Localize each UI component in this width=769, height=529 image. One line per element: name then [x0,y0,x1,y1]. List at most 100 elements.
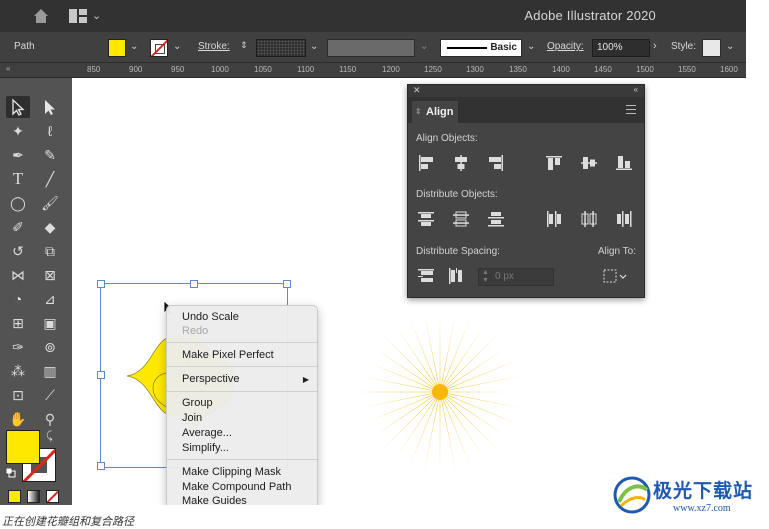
direct-selection-tool-icon[interactable] [38,96,62,118]
variable-width-profile[interactable] [327,39,415,57]
symbol-sprayer-tool-icon[interactable]: ⁂ [6,360,30,382]
opacity-field[interactable]: 100% [592,39,650,57]
slice-tool-icon[interactable]: ⟋ [38,384,62,406]
chevron-right-icon[interactable]: › [653,40,657,52]
selection-tool-icon[interactable] [6,96,30,118]
sunburst-artwork[interactable] [355,307,525,477]
horizontal-align-left-icon[interactable] [417,154,435,172]
stroke-weight-chevron-icon[interactable]: ⌄ [310,41,318,52]
vertical-distribute-bottom-icon[interactable] [487,210,505,228]
magic-wand-tool-icon[interactable]: ✦ [6,120,30,142]
vertical-distribute-space-icon[interactable] [417,267,435,285]
menu-item-group[interactable]: Group [182,397,213,409]
eraser-tool-icon[interactable]: ◆ [38,216,62,238]
type-tool-icon[interactable]: T [6,168,30,190]
line-segment-tool-icon[interactable]: ╱ [38,168,62,190]
fill-swatch[interactable] [108,39,126,57]
fill-color-swatch[interactable] [6,430,40,464]
menu-item-make-pixel-perfect[interactable]: Make Pixel Perfect [182,349,274,361]
stroke-swatch[interactable] [150,39,168,57]
menu-item-perspective[interactable]: Perspective [182,373,239,385]
tab-align[interactable]: ⇕ Align [412,101,458,123]
collapse-panel-icon[interactable]: « [634,85,638,94]
sunburst-ray [440,311,456,390]
opacity-label[interactable]: Opacity: [547,41,584,52]
resize-handle-top-left[interactable] [97,280,105,288]
scale-tool-icon[interactable]: ⧉ [38,240,62,262]
artboard-tool-icon[interactable]: ⊡ [6,384,30,406]
spacing-value-field[interactable]: ▲ ▼ 0 px [478,268,554,286]
blend-tool-icon[interactable]: ⊚ [38,336,62,358]
menu-item-make-compound-path[interactable]: Make Compound Path [182,481,291,493]
brush-chevron-icon[interactable]: ⌄ [527,41,535,52]
menu-item-make-clipping-mask[interactable]: Make Clipping Mask [182,466,281,478]
horizontal-distribute-left-icon[interactable] [545,210,563,228]
color-mode-icon[interactable] [8,490,21,503]
swap-fill-stroke-icon[interactable]: ⤹ [46,430,53,443]
default-fill-stroke-icon[interactable] [6,468,16,478]
panel-tab-bar: ⇕ Align [408,97,644,123]
menu-item-average[interactable]: Average... [182,427,232,439]
gradient-tool-icon[interactable]: ▣ [38,312,62,334]
mesh-tool-icon[interactable]: ⊞ [6,312,30,334]
horizontal-align-right-icon[interactable] [487,154,505,172]
vertical-distribute-top-icon[interactable] [417,210,435,228]
brush-definition[interactable]: Basic [440,39,522,57]
menu-separator [167,391,317,392]
lasso-tool-icon[interactable]: ℓ [38,120,62,142]
graphic-style-swatch[interactable] [702,39,721,57]
home-icon[interactable] [32,7,50,25]
vertical-align-center-icon[interactable] [580,154,598,172]
stroke-weight-field[interactable] [256,39,306,57]
horizontal-distribute-space-icon[interactable] [447,267,465,285]
stroke-weight-stepper-icon[interactable]: ⇕ [240,40,248,51]
horizontal-distribute-center-icon[interactable] [580,210,598,228]
none-mode-icon[interactable] [46,490,59,503]
resize-handle-top[interactable] [190,280,198,288]
sunburst-ray [442,392,521,408]
rotate-tool-icon[interactable]: ↺ [6,240,30,262]
perspective-grid-tool-icon[interactable]: ⊿ [38,288,62,310]
horizontal-align-center-icon[interactable] [452,154,470,172]
stroke-chevron-icon[interactable]: ⌄ [173,41,181,52]
title-bar: ⌄ Adobe Illustrator 2020 [0,0,746,32]
resize-handle-left[interactable] [97,371,105,379]
resize-handle-bottom-left[interactable] [97,462,105,470]
hand-tool-icon[interactable]: ✋ [6,408,30,430]
spacing-stepper-icon[interactable]: ▲ ▼ [482,269,489,285]
style-chevron-icon[interactable]: ⌄ [726,41,734,52]
workspace-switcher-icon[interactable] [68,8,88,24]
panel-menu-icon[interactable] [626,105,636,114]
shape-builder-tool-icon[interactable]: ◔ [6,288,30,310]
menu-item-join[interactable]: Join [182,412,202,424]
menu-item-undo-scale[interactable]: Undo Scale [182,311,239,323]
stroke-label[interactable]: Stroke: [198,41,230,52]
column-graph-tool-icon[interactable]: ▥ [38,360,62,382]
profile-chevron-icon[interactable]: ⌄ [420,41,428,52]
vertical-align-top-icon[interactable] [545,154,563,172]
menu-item-simplify[interactable]: Simplify... [182,442,229,454]
vertical-distribute-center-icon[interactable] [452,210,470,228]
gradient-mode-icon[interactable] [27,490,40,503]
free-transform-tool-icon[interactable]: ⊠ [38,264,62,286]
grip-icon[interactable]: ⇕ [415,101,422,123]
menu-item-make-guides[interactable]: Make Guides [182,495,247,505]
shaper-tool-icon[interactable]: ✐ [6,216,30,238]
watermark-url: www.xz7.com [673,503,731,514]
zoom-tool-icon[interactable]: ⚲ [38,408,62,430]
pen-tool-icon[interactable]: ✒ [6,144,30,166]
fill-chevron-icon[interactable]: ⌄ [130,41,138,52]
ellipse-tool-icon[interactable]: ◯ [6,192,30,214]
paintbrush-tool-icon[interactable]: 🖌 [38,192,62,214]
vertical-align-bottom-icon[interactable] [615,154,633,172]
resize-handle-top-right[interactable] [283,280,291,288]
align-to-selection-icon[interactable] [602,267,628,285]
distribute-objects-heading: Distribute Objects: [416,189,498,200]
horizontal-distribute-right-icon[interactable] [615,210,633,228]
width-tool-icon[interactable]: ⋈ [6,264,30,286]
close-icon[interactable]: ✕ [413,85,421,96]
chevron-down-icon[interactable]: ⌄ [92,9,101,22]
curvature-tool-icon[interactable]: ✎ [38,144,62,166]
eyedropper-tool-icon[interactable]: ✑ [6,336,30,358]
collapse-arrows-icon[interactable]: « [6,64,10,73]
